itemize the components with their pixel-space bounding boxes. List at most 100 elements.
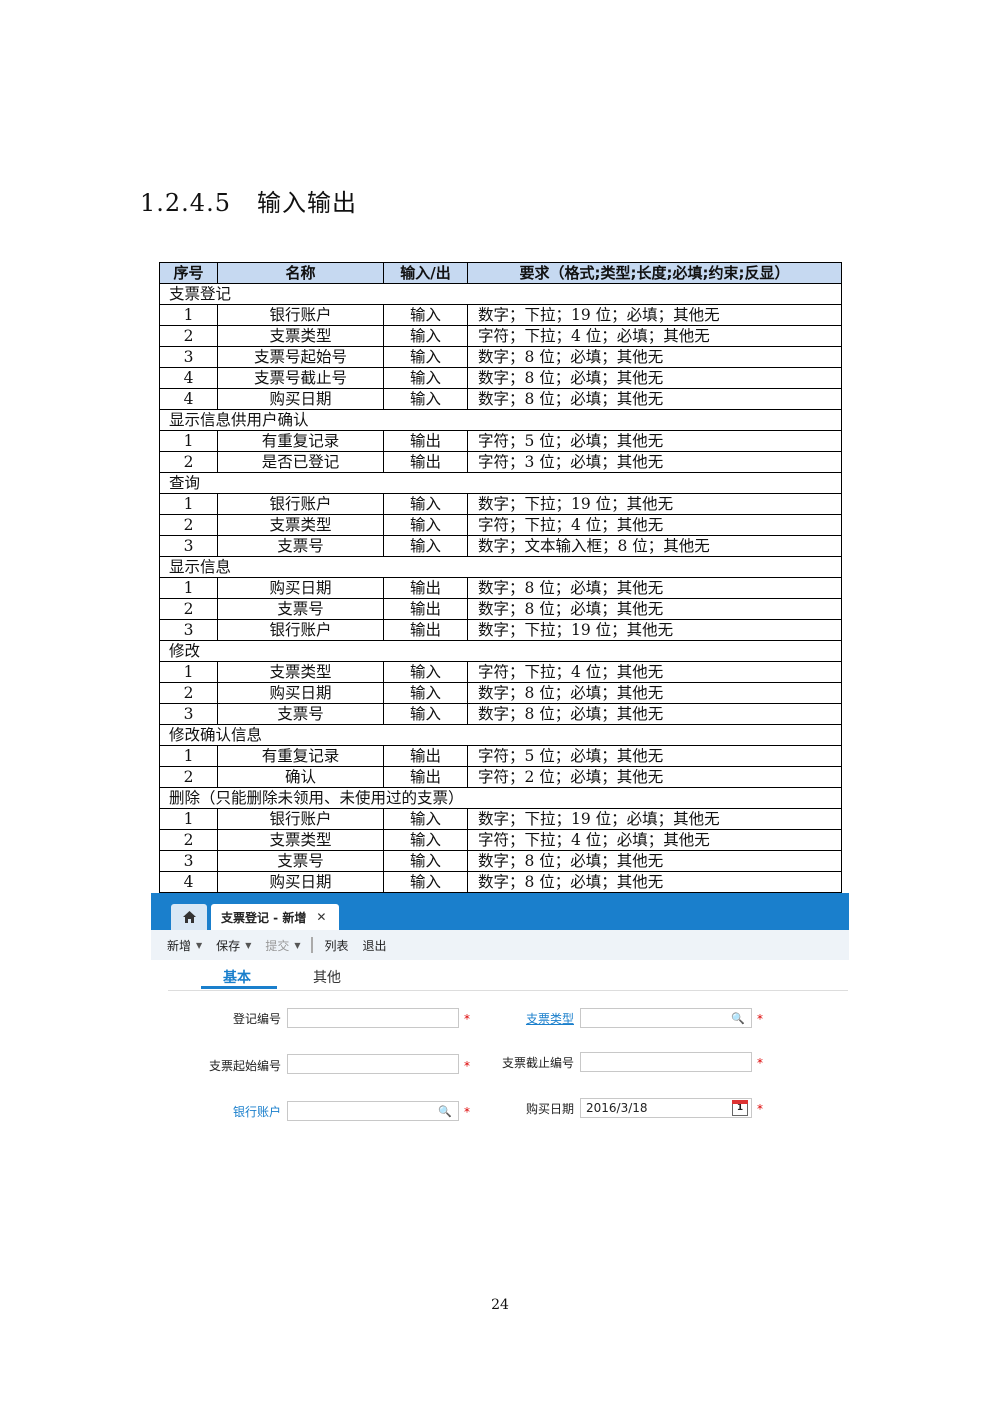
io-cell: 输入 (383, 682, 468, 704)
requirement-cell: 数字；8 位；必填；其他无 (467, 577, 842, 599)
requirement-cell: 字符；5 位；必填；其他无 (467, 745, 842, 767)
io-cell: 输出 (383, 766, 468, 788)
io-cell: 输入 (383, 367, 468, 389)
tab-check-registration-new[interactable]: 支票登记 - 新增 ✕ (211, 904, 339, 930)
table-row: 3 支票号起始号 输入 数字；8 位；必填；其他无 (159, 346, 842, 368)
purchase-date-input[interactable]: 2016/3/18 1 (580, 1098, 752, 1118)
seq-cell: 4 (159, 367, 218, 389)
name-cell: 购买日期 (217, 577, 384, 599)
tab-other[interactable]: 其他 (313, 967, 341, 987)
requirement-cell: 数字；8 位；必填；其他无 (467, 850, 842, 872)
seq-cell: 4 (159, 871, 218, 893)
end-no-label: 支票截止编号 (501, 1056, 574, 1070)
reg-no-label: 登记编号 (232, 1012, 281, 1026)
seq-cell: 3 (159, 703, 218, 725)
table-row: 2 确认 输出 字符；2 位；必填；其他无 (159, 766, 842, 788)
section-row: 修改 (159, 640, 842, 662)
table-row: 2 支票类型 输入 字符；下拉；4 位；必填；其他无 (159, 829, 842, 851)
save-button[interactable]: 保存 ▼ (216, 937, 251, 954)
io-cell: 输入 (383, 661, 468, 683)
table-row: 4 购买日期 输入 数字；8 位；必填；其他无 (159, 871, 842, 893)
requirement-cell: 数字；文本输入框；8 位；其他无 (467, 535, 842, 557)
io-cell: 输出 (383, 619, 468, 641)
io-cell: 输入 (383, 829, 468, 851)
section-title: 修改 (159, 640, 842, 662)
table-row: 3 银行账户 输出 数字；下拉；19 位；其他无 (159, 619, 842, 641)
toolbar: 新增 ▼ 保存 ▼ 提交 ▼ 列表 退出 (151, 930, 849, 960)
seq-cell: 4 (159, 388, 218, 410)
seq-cell: 1 (159, 430, 218, 452)
seq-cell: 1 (159, 745, 218, 767)
tab-basic[interactable]: 基本 (223, 967, 251, 987)
close-icon[interactable]: ✕ (316, 910, 326, 924)
table-row: 3 支票号 输入 数字；8 位；必填；其他无 (159, 850, 842, 872)
seq-cell: 2 (159, 514, 218, 536)
section-title: 查询 (159, 472, 842, 494)
requirement-cell: 数字；8 位；必填；其他无 (467, 703, 842, 725)
section-title: 显示信息供用户确认 (159, 409, 842, 431)
requirement-cell: 数字；8 位；必填；其他无 (467, 682, 842, 704)
io-cell: 输出 (383, 430, 468, 452)
section-row: 支票登记 (159, 283, 842, 305)
check-type-input[interactable]: 🔍 (580, 1008, 752, 1028)
table-row: 1 银行账户 输入 数字；下拉；19 位；必填；其他无 (159, 808, 842, 830)
purchase-date-label: 购买日期 (525, 1102, 574, 1116)
name-cell: 购买日期 (217, 682, 384, 704)
tab-title: 支票登记 - 新增 (221, 910, 307, 925)
home-tab[interactable] (171, 904, 207, 930)
name-cell: 支票号 (217, 535, 384, 557)
seq-cell: 2 (159, 325, 218, 347)
section-row: 查询 (159, 472, 842, 494)
requirement-cell: 字符；5 位；必填；其他无 (467, 430, 842, 452)
search-icon[interactable]: 🔍 (438, 1103, 452, 1121)
calendar-icon[interactable]: 1 (732, 1100, 748, 1116)
seq-cell: 2 (159, 598, 218, 620)
io-cell: 输入 (383, 388, 468, 410)
requirement-cell: 数字；下拉；19 位；其他无 (467, 619, 842, 641)
new-button[interactable]: 新增 ▼ (167, 937, 202, 954)
section-title: 输入输出 (256, 189, 357, 217)
io-cell: 输出 (383, 598, 468, 620)
purchase-date-value: 2016/3/18 (586, 1101, 648, 1115)
home-icon (182, 911, 196, 923)
start-no-label: 支票起始编号 (208, 1059, 281, 1073)
submit-button[interactable]: 提交 ▼ (265, 937, 300, 954)
requirement-cell: 字符；下拉；4 位；其他无 (467, 661, 842, 683)
required-mark: * (757, 1102, 763, 1116)
bank-account-label[interactable]: 银行账户 (161, 1103, 281, 1120)
section-row: 显示信息供用户确认 (159, 409, 842, 431)
reg-no-input[interactable] (287, 1008, 459, 1028)
list-button[interactable]: 列表 (325, 937, 349, 954)
caret-down-icon: ▼ (294, 940, 301, 950)
active-tab-indicator (201, 986, 277, 989)
name-cell: 支票号 (217, 850, 384, 872)
check-type-label[interactable]: 支票类型 (454, 1010, 574, 1027)
seq-cell: 1 (159, 304, 218, 326)
io-spec-table: 序号 名称 输入/出 要求（格式;类型;长度;必填;约束;反显） 支票登记 1 银行… (159, 262, 842, 893)
io-cell: 输入 (383, 346, 468, 368)
end-no-input[interactable] (580, 1052, 752, 1072)
requirement-cell: 字符；3 位；必填；其他无 (467, 451, 842, 473)
table-row: 2 是否已登记 输出 字符；3 位；必填；其他无 (159, 451, 842, 473)
table-row: 3 支票号 输入 数字；8 位；必填；其他无 (159, 703, 842, 725)
caret-down-icon: ▼ (245, 940, 252, 950)
search-icon[interactable]: 🔍 (731, 1010, 745, 1028)
requirement-cell: 数字；下拉；19 位；必填；其他无 (467, 808, 842, 830)
table-row: 1 银行账户 输入 数字；下拉；19 位；必填；其他无 (159, 304, 842, 326)
io-cell: 输入 (383, 871, 468, 893)
section-number: 1.2.4.5 (140, 189, 231, 217)
name-cell: 银行账户 (217, 808, 384, 830)
bank-account-input[interactable]: 🔍 (287, 1101, 459, 1121)
io-cell: 输入 (383, 325, 468, 347)
table-row: 1 有重复记录 输出 字符；5 位；必填；其他无 (159, 745, 842, 767)
table-header-row: 序号 名称 输入/出 要求（格式;类型;长度;必填;约束;反显） (159, 262, 842, 284)
start-no-input[interactable] (287, 1054, 459, 1074)
name-cell: 购买日期 (217, 871, 384, 893)
seq-cell: 1 (159, 808, 218, 830)
required-mark: * (757, 1056, 763, 1070)
seq-cell: 2 (159, 766, 218, 788)
seq-cell: 2 (159, 682, 218, 704)
name-cell: 支票号起始号 (217, 346, 384, 368)
requirement-cell: 数字；8 位；必填；其他无 (467, 388, 842, 410)
exit-button[interactable]: 退出 (363, 937, 387, 954)
